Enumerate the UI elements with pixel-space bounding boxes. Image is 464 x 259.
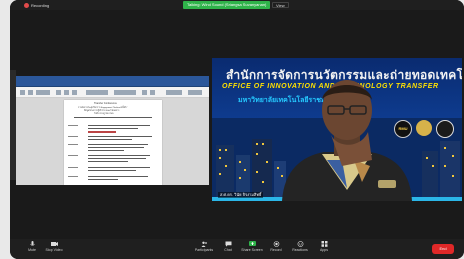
stop-video-button[interactable]: Stop Video: [40, 241, 68, 253]
text-line: [88, 150, 124, 151]
apps-button[interactable]: Apps: [310, 241, 338, 253]
participants-icon: [201, 241, 207, 247]
video-camera-icon: [50, 242, 58, 246]
talking-banner[interactable]: Talking: Wind Sound (Sriangsa Suvanyanan…: [183, 1, 271, 9]
text-line: [88, 155, 150, 156]
text-line: [88, 128, 138, 129]
chat-icon: [225, 241, 231, 247]
document-line-3: วันที่ 8 กรกฎาคม 2565: [94, 113, 114, 115]
text-line: [68, 144, 78, 145]
view-button[interactable]: View: [272, 2, 289, 8]
reactions-icon: [297, 241, 303, 247]
word-ribbon-toolbar: [16, 87, 209, 98]
share-screen-icon: [248, 241, 256, 246]
document-page: Transfer Conference การจัดการประชุมวิชาก…: [64, 100, 162, 185]
highlight-line: [88, 131, 116, 133]
microphone-icon: [29, 241, 35, 246]
recording-indicator[interactable]: Recording: [24, 3, 49, 8]
apps-icon: [321, 241, 327, 247]
text-line: [68, 125, 78, 126]
text-line: [74, 117, 152, 118]
speaker-name-label: ส.ศ.ดร. วินัย จิรงามสิทธิ์: [218, 192, 264, 198]
text-line: [68, 136, 78, 137]
text-line: [88, 179, 118, 180]
meeting-toolbar: Mute Stop Video Participants Chat Share …: [10, 239, 464, 259]
record-dot-icon: [24, 3, 29, 8]
text-line: [88, 170, 136, 171]
text-line: [88, 176, 148, 177]
meeting-window: Recording Talking: Wind Sound (Sriangsa …: [10, 0, 464, 259]
text-line: [68, 176, 78, 177]
top-bar: Recording Talking: Wind Sound (Sriangsa …: [10, 0, 464, 10]
record-icon: [273, 241, 279, 247]
recording-label: Recording: [31, 3, 50, 8]
university-seal-badge: [436, 120, 454, 138]
document-title: Transfer Conference: [94, 102, 117, 105]
shared-document-tile[interactable]: Transfer Conference การจัดการประชุมวิชาก…: [16, 76, 209, 185]
text-line: [88, 139, 132, 140]
text-line: [88, 147, 144, 148]
speaker-person: [282, 80, 412, 201]
text-line: [68, 155, 78, 156]
text-line: [88, 161, 128, 162]
end-meeting-button[interactable]: End: [432, 244, 454, 254]
text-line: [68, 167, 78, 168]
text-line: [88, 167, 150, 168]
speaker-video-tile[interactable]: สำนักการจัดการนวัตกรรมและถ่ายทอดเทคโนโลย…: [212, 58, 462, 201]
text-line: [88, 125, 150, 126]
text-line: [88, 158, 146, 159]
text-line: [88, 136, 152, 137]
text-line: [88, 144, 148, 145]
